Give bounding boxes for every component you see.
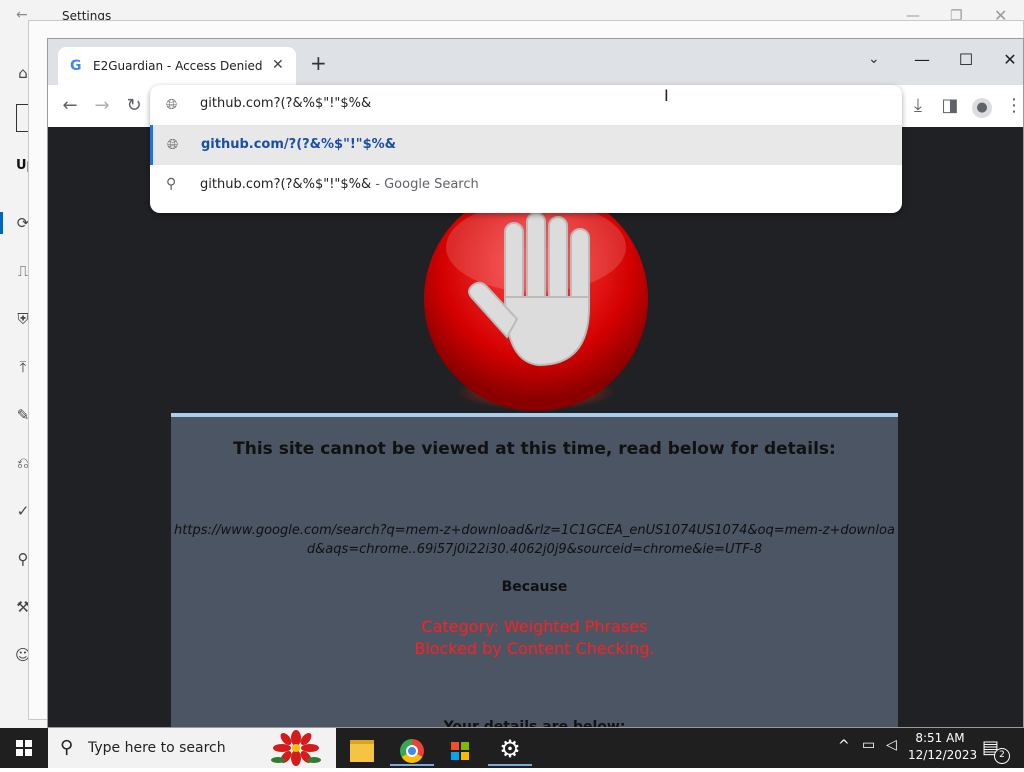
taskbar: ⚲ Type here to search ⚙ ^ ▭ ◁ 8:51 AM 12… [0,728,1024,768]
poinsettia-icon [271,730,321,766]
new-tab-icon[interactable]: + [310,53,327,73]
tray-chevron-up-icon[interactable]: ^ [838,738,850,754]
close-icon[interactable]: ✕ [988,45,1023,75]
suggestion-suffix: - Google Search [371,177,479,192]
profile-avatar-icon[interactable]: ● [970,94,994,118]
blocked-url: https://www.google.com/search?q=mem-z+do… [174,523,895,557]
clock-date[interactable]: 12/12/2023 [908,748,977,762]
settings-gear-icon[interactable]: ⚙ [488,732,532,766]
globe-icon: 🌐︎ [167,137,179,153]
globe-icon: 🌐︎ [166,97,178,113]
store-icon[interactable] [438,732,482,766]
tab-strip: G E2Guardian - Access Denied ✕ + ⌄ — ☐ ✕ [48,39,1023,85]
file-explorer-icon[interactable] [340,732,384,766]
suggestion-url[interactable]: 🌐︎ github.com/?(?&%$"!"$%& [150,125,902,165]
side-panel-icon[interactable]: ◨ [938,94,962,118]
text-cursor-icon: I [664,86,669,105]
address-input[interactable]: github.com?(?&%$"!"$%& [200,96,371,111]
chrome-taskbar-icon[interactable] [390,732,434,766]
tab-title: E2Guardian - Access Denied [93,59,263,73]
block-message-panel: This site cannot be viewed at this time,… [171,413,898,728]
notification-badge: 2 [994,748,1010,764]
block-heading: This site cannot be viewed at this time,… [233,439,836,459]
search-icon: ⚲ [166,176,177,192]
taskbar-search[interactable]: ⚲ Type here to search [48,728,336,768]
search-icon: ⚲ [60,737,74,758]
windows-logo-icon [16,740,32,756]
download-icon[interactable]: ⤓ [906,94,930,118]
because-label: Because [501,579,568,595]
back-arrow-icon[interactable]: ← [16,7,28,23]
back-icon[interactable]: ← [58,94,82,118]
reload-icon[interactable]: ↻ [122,94,146,118]
maximize-icon[interactable]: ☐ [944,45,988,75]
tab-close-icon[interactable]: ✕ [272,57,284,73]
clock-time[interactable]: 8:51 AM [908,731,972,745]
menu-icon[interactable]: ⋮ [1002,94,1023,118]
start-button[interactable] [0,728,48,768]
tab-search-chevron-icon[interactable]: ⌄ [868,51,880,67]
suggestion-query: github.com?(?&%$"!"$%& [200,177,372,192]
suggestion-search[interactable]: ⚲ github.com?(?&%$"!"$%& - Google Search [150,165,902,205]
search-placeholder: Type here to search [88,740,226,756]
suggestion-url-text: github.com/?(?&%$"!"$%& [201,137,396,152]
active-indicator [0,212,3,234]
stop-hand-icon [424,187,648,411]
minimize-icon[interactable]: — [900,45,944,75]
volume-muted-icon[interactable]: ◁ [886,737,897,753]
address-bar[interactable]: 🌐︎ github.com?(?&%$"!"$%& [150,85,902,125]
suggestion-search-text: github.com?(?&%$"!"$%& - Google Search [200,177,479,192]
details-heading: Your details are below: [443,719,626,728]
google-favicon-icon: G [70,58,82,74]
forward-icon[interactable]: → [90,94,114,118]
category-reason: Category: Weighted Phrases [421,617,648,636]
tab-e2guardian[interactable]: G E2Guardian - Access Denied ✕ [58,47,296,85]
block-method: Blocked by Content Checking. [414,639,655,658]
omnibox-dropdown: 🌐︎ github.com?(?&%$"!"$%& 🌐︎ github.com/… [150,85,902,213]
network-icon[interactable]: ▭ [862,737,875,753]
